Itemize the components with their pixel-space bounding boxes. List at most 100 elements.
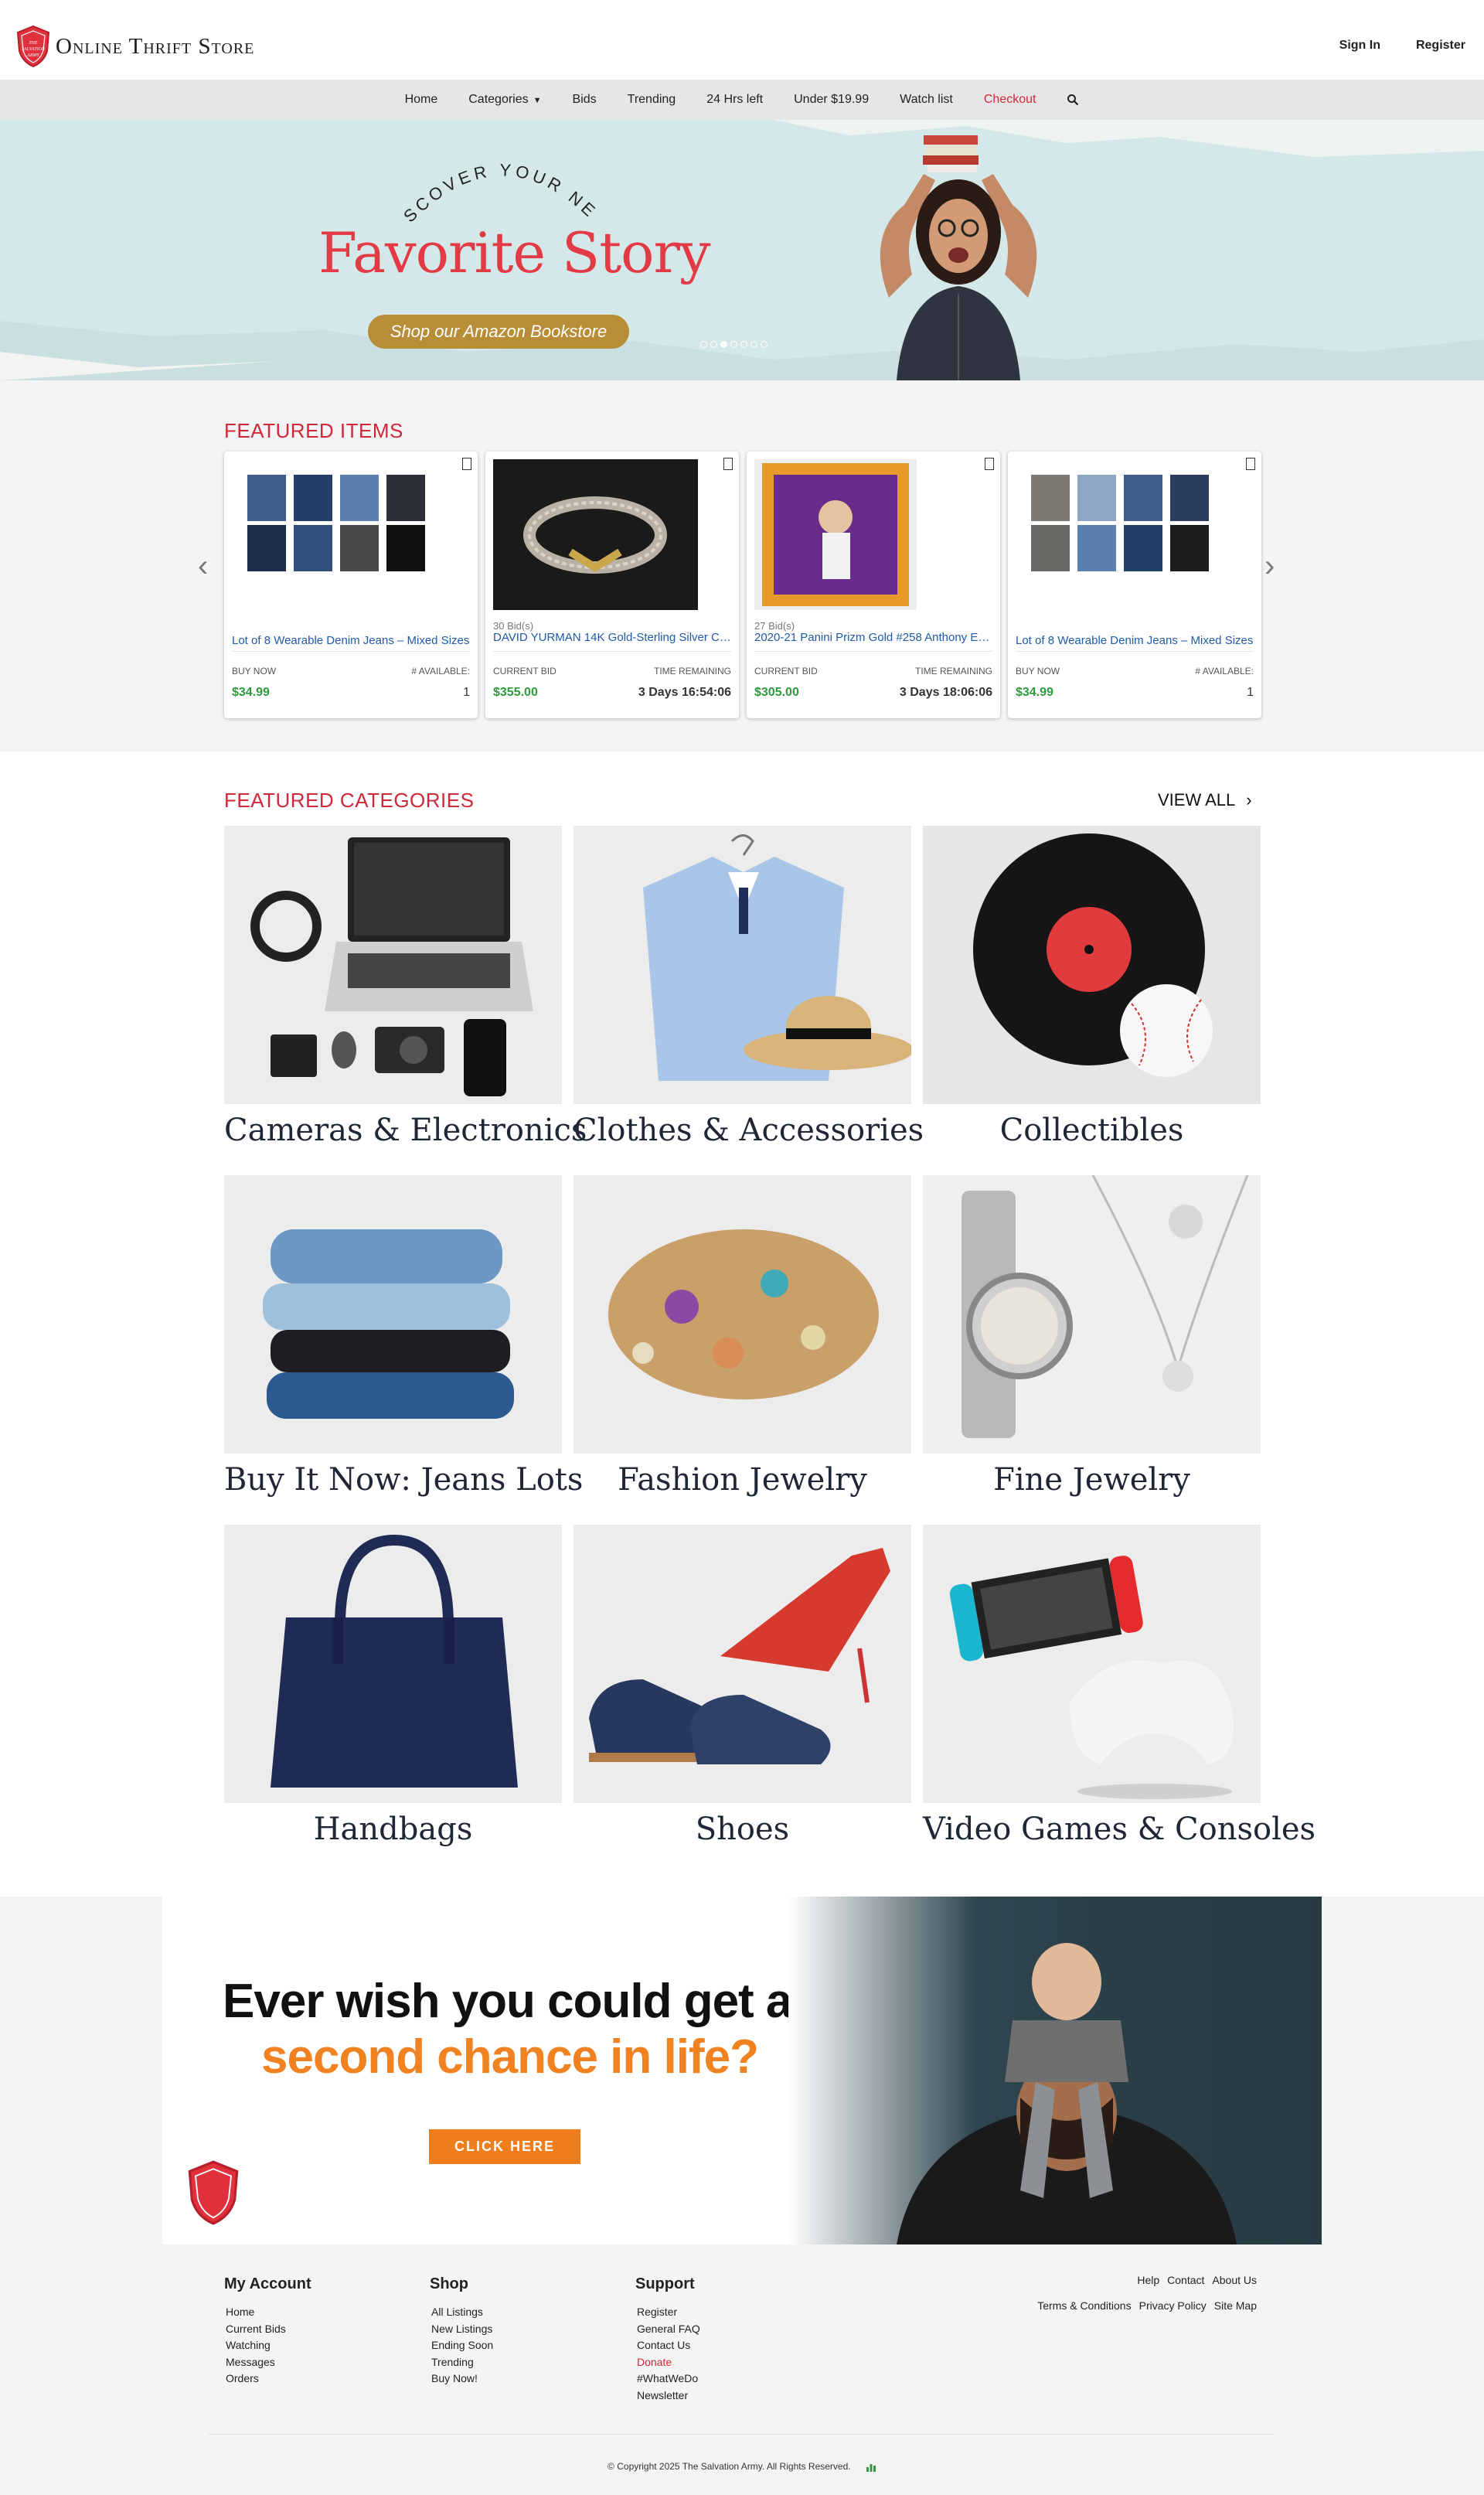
footer-col-title: Support	[635, 2275, 695, 2292]
category-handbags[interactable]: Handbags	[224, 1525, 562, 1849]
featured-items-title: FEATURED ITEMS	[224, 419, 403, 442]
item-title-link[interactable]: 2020-21 Panini Prizm Gold #258 Anthony E…	[754, 631, 992, 644]
item-title-link[interactable]: Lot of 8 Wearable Denim Jeans – Mixed Si…	[1016, 634, 1254, 647]
carousel-dot[interactable]	[700, 341, 707, 348]
item-card[interactable]: Lot of 8 Wearable Denim Jeans – Mixed Si…	[1008, 452, 1261, 718]
site-map-link[interactable]: Site Map	[1214, 2299, 1257, 2312]
bookmark-icon[interactable]	[985, 458, 994, 470]
footer-link[interactable]: Watching	[224, 2337, 311, 2354]
item-title-link[interactable]: Lot of 8 Wearable Denim Jeans – Mixed Si…	[232, 634, 470, 647]
category-label[interactable]: Clothes & Accessories	[574, 1113, 924, 1148]
footer-link[interactable]: #WhatWeDo	[635, 2371, 700, 2388]
footer-link[interactable]: Home	[224, 2304, 311, 2321]
footer-link[interactable]: Contact Us	[635, 2337, 700, 2354]
copyright-text: © Copyright 2025 The Salvation Army. All…	[0, 2461, 1484, 2472]
item-card[interactable]: 27 Bid(s) 2020-21 Panini Prizm Gold #258…	[747, 452, 1000, 718]
nav-24hrs-left[interactable]: 24 Hrs left	[706, 93, 763, 107]
category-cameras-electronics[interactable]: Cameras & Electronics	[224, 826, 587, 1150]
footer-link[interactable]: Newsletter	[635, 2388, 700, 2405]
help-link[interactable]: Help	[1137, 2274, 1159, 2286]
item-card[interactable]: Lot of 8 Wearable Denim Jeans – Mixed Si…	[224, 452, 478, 718]
silver-gold-cuff-image	[493, 459, 698, 610]
second-chance-promo[interactable]: Ever wish you could get a second chance …	[162, 1897, 1322, 2244]
category-label[interactable]: Handbags	[224, 1812, 562, 1847]
about-us-link[interactable]: About Us	[1212, 2274, 1257, 2286]
salvation-army-shield-icon	[188, 2160, 239, 2225]
site-logo-text[interactable]: Online Thrift Store	[56, 34, 254, 60]
item-title-link[interactable]: DAVID YURMAN 14K Gold-Sterling Silver Ca…	[493, 631, 731, 644]
category-shoes[interactable]: Shoes	[574, 1525, 911, 1849]
nav-checkout[interactable]: Checkout	[984, 93, 1036, 107]
salvation-army-shield-icon[interactable]: THE SALVATION ARMY	[15, 25, 51, 68]
site-header: THE SALVATION ARMY Online Thrift Store S…	[0, 0, 1484, 80]
carousel-dot-active[interactable]	[720, 341, 727, 348]
footer-link[interactable]: Ending Soon	[430, 2337, 493, 2354]
category-clothes-accessories[interactable]: Clothes & Accessories	[574, 826, 924, 1150]
view-all-link[interactable]: VIEW ALL ›	[1158, 790, 1252, 810]
item-card[interactable]: 30 Bid(s) DAVID YURMAN 14K Gold-Sterling…	[485, 452, 739, 718]
footer-link[interactable]: New Listings	[430, 2321, 493, 2338]
footer-link[interactable]: Register	[635, 2304, 700, 2321]
terms-link[interactable]: Terms & Conditions	[1037, 2299, 1131, 2312]
amazon-bookstore-button[interactable]: Shop our Amazon Bookstore	[368, 315, 629, 349]
carousel-dot[interactable]	[761, 341, 768, 348]
category-label[interactable]: Shoes	[574, 1812, 911, 1847]
footer-col-title: Shop	[430, 2275, 468, 2292]
item-price: $34.99	[232, 686, 270, 699]
carousel-dot[interactable]	[710, 341, 717, 348]
category-label[interactable]: Fashion Jewelry	[574, 1462, 911, 1498]
hero-woman-with-books-image	[880, 135, 1037, 380]
footer-divider	[209, 2434, 1274, 2435]
featured-items-section: FEATURED ITEMS ‹ › Lot of 8 Wearable Den…	[0, 380, 1484, 752]
register-link[interactable]: Register	[1416, 39, 1465, 53]
footer-link[interactable]: General FAQ	[635, 2321, 700, 2338]
svg-text:SALVATION: SALVATION	[22, 47, 46, 52]
category-jeans-lots[interactable]: Buy It Now: Jeans Lots	[224, 1175, 583, 1500]
footer-col-title: My Account	[224, 2275, 311, 2292]
carousel-prev-icon[interactable]: ‹	[198, 549, 208, 584]
price-label: BUY NOW	[1016, 666, 1060, 677]
footer-link[interactable]: Buy Now!	[430, 2371, 493, 2388]
carousel-dot[interactable]	[740, 341, 747, 348]
sign-in-link[interactable]: Sign In	[1339, 39, 1380, 53]
hero-kicker: DISCOVER YOUR NEXT	[386, 143, 597, 226]
nav-home[interactable]: Home	[405, 93, 438, 107]
footer-col-support: Support Register General FAQ Contact Us …	[635, 2275, 700, 2404]
nav-categories[interactable]: Categories ▼	[468, 93, 541, 107]
category-label[interactable]: Fine Jewelry	[923, 1462, 1261, 1498]
footer-link[interactable]: Current Bids	[224, 2321, 311, 2338]
nav-watch-list[interactable]: Watch list	[900, 93, 953, 107]
click-here-button[interactable]: CLICK HERE	[429, 2129, 580, 2164]
nav-under-19[interactable]: Under $19.99	[794, 93, 869, 107]
category-label[interactable]: Cameras & Electronics	[224, 1113, 587, 1148]
fashion-jewelry-image	[574, 1175, 911, 1454]
available-count: 1	[463, 686, 470, 699]
category-video-games[interactable]: Video Games & Consoles	[923, 1525, 1316, 1849]
bookmark-icon[interactable]	[462, 458, 471, 470]
denim-jeans-lot-image	[232, 459, 437, 610]
bookmark-icon[interactable]	[723, 458, 733, 470]
contact-link[interactable]: Contact	[1167, 2274, 1204, 2286]
footer-link[interactable]: Messages	[224, 2354, 311, 2371]
category-collectibles[interactable]: Collectibles	[923, 826, 1261, 1150]
search-icon[interactable]	[1067, 94, 1079, 106]
category-fashion-jewelry[interactable]: Fashion Jewelry	[574, 1175, 911, 1500]
carousel-next-icon[interactable]: ›	[1264, 549, 1275, 584]
category-label[interactable]: Collectibles	[923, 1113, 1261, 1148]
category-fine-jewelry[interactable]: Fine Jewelry	[923, 1174, 1261, 1500]
view-all-label: VIEW ALL	[1158, 790, 1236, 810]
carousel-dot[interactable]	[730, 341, 737, 348]
footer-link[interactable]: All Listings	[430, 2304, 493, 2321]
carousel-dot[interactable]	[751, 341, 757, 348]
footer-link[interactable]: Orders	[224, 2371, 311, 2388]
privacy-link[interactable]: Privacy Policy	[1139, 2299, 1207, 2312]
category-label[interactable]: Buy It Now: Jeans Lots	[224, 1462, 583, 1498]
nav-trending[interactable]: Trending	[628, 93, 676, 107]
featured-categories-title: FEATURED CATEGORIES	[224, 789, 475, 812]
bookmark-icon[interactable]	[1246, 458, 1255, 470]
category-label[interactable]: Video Games & Consoles	[923, 1812, 1316, 1847]
nav-bids[interactable]: Bids	[573, 93, 597, 107]
footer-link[interactable]: Trending	[430, 2354, 493, 2371]
copyright-label: © Copyright 2025 The Salvation Army. All…	[608, 2461, 851, 2472]
footer-donate-link[interactable]: Donate	[635, 2354, 700, 2371]
